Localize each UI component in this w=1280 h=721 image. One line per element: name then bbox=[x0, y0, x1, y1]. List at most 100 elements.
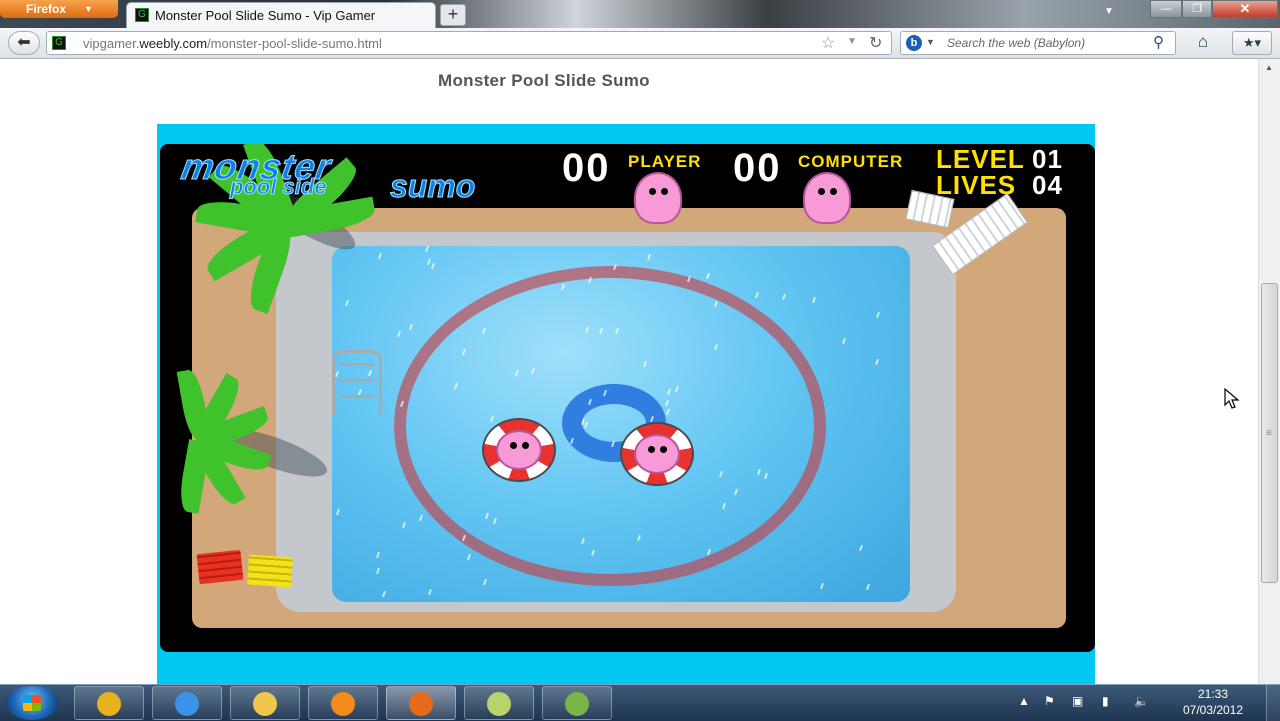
paint-icon bbox=[565, 692, 589, 716]
search-icon[interactable]: ⚲ bbox=[1153, 33, 1164, 51]
water-sparkle bbox=[345, 299, 349, 307]
windows-logo-icon bbox=[23, 695, 41, 711]
water-sparkle bbox=[755, 291, 759, 299]
reload-icon[interactable]: ↻ bbox=[869, 33, 882, 53]
taskbar-app-button[interactable] bbox=[542, 686, 612, 720]
water-sparkle bbox=[427, 258, 431, 266]
new-tab-button[interactable]: + bbox=[440, 4, 466, 26]
taskbar-app-button[interactable] bbox=[74, 686, 144, 720]
firefox-menu-label: Firefox bbox=[26, 2, 67, 16]
player-label: PLAYER bbox=[628, 152, 702, 171]
file-explorer-icon bbox=[253, 692, 277, 716]
logo-word-sumo: sumo bbox=[389, 168, 476, 205]
maximize-button[interactable]: ❐ bbox=[1182, 0, 1212, 18]
scrollbar-thumb[interactable]: ≡ bbox=[1261, 283, 1278, 583]
water-sparkle bbox=[820, 582, 824, 590]
pool-water bbox=[332, 246, 910, 602]
computer-monster-icon bbox=[634, 434, 680, 474]
clock-date[interactable]: 07/03/2012 bbox=[1170, 703, 1256, 717]
water-sparkle bbox=[875, 358, 879, 366]
computer-monster-tube bbox=[620, 422, 694, 486]
water-sparkle bbox=[382, 590, 386, 598]
start-button[interactable] bbox=[6, 686, 58, 720]
taskbar-app-button[interactable] bbox=[464, 686, 534, 720]
minimize-button[interactable]: — bbox=[1150, 0, 1182, 18]
action-center-flag-icon[interactable]: ⚑ bbox=[1044, 694, 1055, 708]
taskbar: ▲ ⚑ ▣ ▮ 🔈 21:33 07/03/2012 bbox=[0, 684, 1280, 721]
pool-ladder bbox=[332, 350, 382, 416]
tab-list-dropdown-icon[interactable]: ▼ bbox=[1104, 6, 1114, 17]
yellow-towel bbox=[247, 554, 293, 588]
url-history-dropdown-icon[interactable]: ▼ bbox=[847, 36, 857, 47]
water-sparkle bbox=[812, 296, 816, 304]
game-frame[interactable]: monster pool side sumo 00 PLAYER 00 COMP… bbox=[157, 124, 1095, 684]
water-sparkle bbox=[483, 578, 487, 586]
player-monster-tube[interactable] bbox=[482, 418, 556, 482]
firefox-menu-button[interactable]: Firefox ▼ bbox=[0, 0, 118, 18]
game-board[interactable]: monster pool side sumo 00 PLAYER 00 COMP… bbox=[160, 144, 1095, 652]
water-sparkle bbox=[467, 553, 471, 561]
show-hidden-icons-icon[interactable]: ▲ bbox=[1018, 694, 1030, 708]
game-logo: monster pool side sumo bbox=[178, 146, 542, 206]
computer-monster-hud-icon bbox=[803, 172, 851, 224]
lives-label: LIVES bbox=[936, 170, 1017, 200]
taskbar-app-button[interactable] bbox=[308, 686, 378, 720]
bookmark-star-icon[interactable]: ☆ bbox=[821, 33, 835, 53]
search-placeholder: Search the web (Babylon) bbox=[947, 36, 1086, 50]
water-sparkle bbox=[336, 508, 340, 516]
device-icon[interactable]: ▣ bbox=[1072, 694, 1083, 708]
chrome-icon bbox=[97, 692, 121, 716]
home-icon[interactable]: ⌂ bbox=[1186, 31, 1220, 55]
taskbar-app-button[interactable] bbox=[386, 686, 456, 720]
tab-title: Monster Pool Slide Sumo - Vip Gamer bbox=[155, 8, 376, 23]
close-window-button[interactable]: ✕ bbox=[1212, 0, 1278, 18]
search-bar[interactable]: b ▼ Search the web (Babylon) ⚲ bbox=[900, 31, 1176, 55]
computer-score: 00 bbox=[733, 146, 782, 190]
network-signal-icon[interactable]: ▮ bbox=[1102, 694, 1109, 708]
back-button[interactable]: ⬅ bbox=[8, 31, 40, 55]
water-sparkle bbox=[419, 514, 423, 522]
water-sparkle bbox=[876, 311, 880, 319]
player-monster-icon bbox=[496, 430, 542, 470]
navigation-toolbar: ⬅ G vipgamer.weebly.com/monster-pool-sli… bbox=[0, 28, 1280, 59]
water-sparkle bbox=[428, 588, 432, 596]
search-engine-dropdown-icon[interactable]: ▼ bbox=[926, 37, 935, 47]
vertical-scrollbar[interactable]: ▲ ≡ bbox=[1258, 59, 1280, 684]
show-desktop-button[interactable] bbox=[1266, 685, 1280, 721]
notes-icon bbox=[487, 692, 511, 716]
computer-label: COMPUTER bbox=[798, 152, 904, 171]
water-sparkle bbox=[409, 323, 413, 331]
water-sparkle bbox=[402, 521, 406, 529]
bookmarks-menu-button[interactable]: ★▾ bbox=[1232, 31, 1272, 55]
water-sparkle bbox=[866, 583, 870, 591]
url-text: vipgamer.weebly.com/monster-pool-slide-s… bbox=[83, 36, 382, 51]
pool-deck bbox=[192, 178, 1066, 628]
water-sparkle bbox=[376, 551, 380, 559]
page-title: Monster Pool Slide Sumo bbox=[438, 71, 650, 90]
scroll-up-icon[interactable]: ▲ bbox=[1265, 63, 1273, 72]
taskbar-app-button[interactable] bbox=[230, 686, 300, 720]
address-bar[interactable]: G vipgamer.weebly.com/monster-pool-slide… bbox=[46, 31, 892, 55]
firefox-icon bbox=[409, 692, 433, 716]
water-sparkle bbox=[431, 262, 435, 270]
water-sparkle bbox=[425, 246, 429, 253]
player-score: 00 bbox=[562, 146, 611, 190]
tab-active[interactable]: G Monster Pool Slide Sumo - Vip Gamer bbox=[126, 2, 436, 28]
water-sparkle bbox=[782, 293, 786, 301]
water-sparkle bbox=[397, 330, 401, 338]
volume-icon[interactable]: 🔈 bbox=[1134, 694, 1149, 708]
water-sparkle bbox=[706, 272, 710, 280]
water-sparkle bbox=[859, 544, 863, 552]
internet-explorer-icon bbox=[175, 692, 199, 716]
lives-value: 04 bbox=[1032, 170, 1063, 200]
logo-word-pool-side: pool side bbox=[230, 174, 328, 200]
chevron-down-icon: ▼ bbox=[84, 4, 93, 14]
media-player-icon bbox=[331, 692, 355, 716]
site-identity-icon[interactable]: G bbox=[52, 36, 66, 50]
water-sparkle bbox=[376, 567, 380, 575]
browser-title-bar: Firefox ▼ G Monster Pool Slide Sumo - Vi… bbox=[0, 0, 1280, 28]
water-sparkle bbox=[842, 337, 846, 345]
search-engine-icon[interactable]: b bbox=[906, 35, 922, 51]
clock-time[interactable]: 21:33 bbox=[1178, 687, 1248, 701]
taskbar-app-button[interactable] bbox=[152, 686, 222, 720]
